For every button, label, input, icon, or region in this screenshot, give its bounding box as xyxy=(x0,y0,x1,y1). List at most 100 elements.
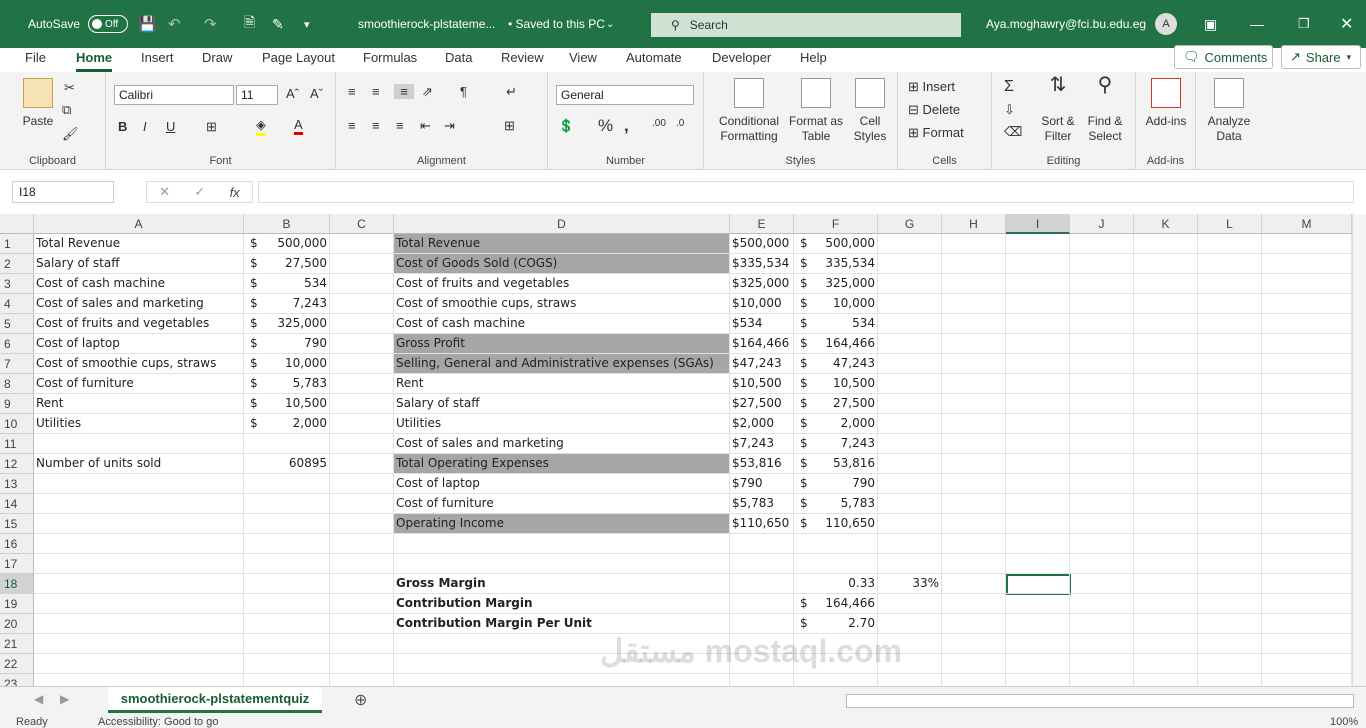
decrease-font-icon[interactable]: Aˇ xyxy=(310,86,323,101)
row-header-5[interactable]: 5 xyxy=(0,314,34,334)
cell-h8[interactable] xyxy=(942,374,1006,394)
cell-m8[interactable] xyxy=(1262,374,1352,394)
cell-e16[interactable] xyxy=(730,534,794,554)
cell-i6[interactable] xyxy=(1006,334,1070,354)
cell-c11[interactable] xyxy=(330,434,394,454)
cell-m20[interactable] xyxy=(1262,614,1352,634)
cell-f17[interactable] xyxy=(794,554,878,574)
cell-k3[interactable] xyxy=(1134,274,1198,294)
align-middle-icon[interactable]: ≡ xyxy=(372,84,380,99)
enter-icon[interactable]: ✓ xyxy=(194,184,205,200)
fill-color-icon[interactable]: ◈ xyxy=(256,117,266,136)
column-header-i[interactable]: I xyxy=(1006,214,1070,234)
cell-g20[interactable] xyxy=(878,614,942,634)
cell-m9[interactable] xyxy=(1262,394,1352,414)
cell-h21[interactable] xyxy=(942,634,1006,654)
restore-icon[interactable]: ❐ xyxy=(1298,0,1310,48)
tab-file[interactable]: File xyxy=(25,48,46,72)
column-header-d[interactable]: D xyxy=(394,214,730,234)
row-header-14[interactable]: 14 xyxy=(0,494,34,514)
cell-i1[interactable] xyxy=(1006,234,1070,254)
cell-a9[interactable]: Rent xyxy=(34,394,244,414)
cell-g17[interactable] xyxy=(878,554,942,574)
cell-h9[interactable] xyxy=(942,394,1006,414)
cell-c16[interactable] xyxy=(330,534,394,554)
cell-c17[interactable] xyxy=(330,554,394,574)
vertical-scrollbar[interactable] xyxy=(1352,214,1366,686)
cell-k5[interactable] xyxy=(1134,314,1198,334)
cell-j2[interactable] xyxy=(1070,254,1134,274)
cell-d18[interactable]: Gross Margin xyxy=(394,574,730,594)
cell-c3[interactable] xyxy=(330,274,394,294)
cell-m2[interactable] xyxy=(1262,254,1352,274)
undo-icon[interactable]: ↶ xyxy=(168,0,181,48)
row-header-12[interactable]: 12 xyxy=(0,454,34,474)
column-header-c[interactable]: C xyxy=(330,214,394,234)
row-header-20[interactable]: 20 xyxy=(0,614,34,634)
cell-l17[interactable] xyxy=(1198,554,1262,574)
cell-a6[interactable]: Cost of laptop xyxy=(34,334,244,354)
cell-c13[interactable] xyxy=(330,474,394,494)
cell-j16[interactable] xyxy=(1070,534,1134,554)
cell-e13[interactable]: $790 xyxy=(730,474,794,494)
cell-b18[interactable] xyxy=(244,574,330,594)
column-header-h[interactable]: H xyxy=(942,214,1006,234)
column-header-a[interactable]: A xyxy=(34,214,244,234)
cell-j4[interactable] xyxy=(1070,294,1134,314)
cell-i19[interactable] xyxy=(1006,594,1070,614)
cell-j17[interactable] xyxy=(1070,554,1134,574)
align-left-icon[interactable]: ≡ xyxy=(348,118,356,133)
cell-e2[interactable]: $335,534 xyxy=(730,254,794,274)
cell-k22[interactable] xyxy=(1134,654,1198,674)
row-header-3[interactable]: 3 xyxy=(0,274,34,294)
cell-f11[interactable]: 7,243 $ xyxy=(794,434,878,454)
cell-k19[interactable] xyxy=(1134,594,1198,614)
cell-g10[interactable] xyxy=(878,414,942,434)
cell-m6[interactable] xyxy=(1262,334,1352,354)
cell-a12[interactable]: Number of units sold xyxy=(34,454,244,474)
cell-d3[interactable]: Cost of fruits and vegetables xyxy=(394,274,730,294)
underline-icon[interactable]: U xyxy=(166,119,175,134)
cell-a15[interactable] xyxy=(34,514,244,534)
cell-j14[interactable] xyxy=(1070,494,1134,514)
cell-h22[interactable] xyxy=(942,654,1006,674)
cancel-icon[interactable]: ✕ xyxy=(159,184,170,200)
cell-f3[interactable]: 325,000 $ xyxy=(794,274,878,294)
tab-view[interactable]: View xyxy=(569,48,597,72)
cell-g9[interactable] xyxy=(878,394,942,414)
cell-a7[interactable]: Cost of smoothie cups, straws xyxy=(34,354,244,374)
cell-b10[interactable]: 2,000 $ xyxy=(244,414,330,434)
redo-icon[interactable]: ↷ xyxy=(204,0,217,48)
cell-j11[interactable] xyxy=(1070,434,1134,454)
column-header-l[interactable]: L xyxy=(1198,214,1262,234)
format-as-table-button[interactable]: Format as Table xyxy=(788,78,844,144)
font-color-icon[interactable]: A xyxy=(294,117,303,135)
cell-e3[interactable]: $325,000 xyxy=(730,274,794,294)
cell-m1[interactable] xyxy=(1262,234,1352,254)
column-header-j[interactable]: J xyxy=(1070,214,1134,234)
cell-k21[interactable] xyxy=(1134,634,1198,654)
format-cells-button[interactable]: ⊞ Format xyxy=(908,125,964,141)
column-header-g[interactable]: G xyxy=(878,214,942,234)
addins-button[interactable]: Add-ins xyxy=(1142,78,1190,129)
cell-a21[interactable] xyxy=(34,634,244,654)
cell-i21[interactable] xyxy=(1006,634,1070,654)
cell-b19[interactable] xyxy=(244,594,330,614)
cell-b12[interactable]: 60895 xyxy=(244,454,330,474)
cell-m11[interactable] xyxy=(1262,434,1352,454)
cell-a14[interactable] xyxy=(34,494,244,514)
customize-toolbar-icon[interactable]: ▾ xyxy=(304,0,310,48)
row-header-8[interactable]: 8 xyxy=(0,374,34,394)
cell-l1[interactable] xyxy=(1198,234,1262,254)
sort-filter-button[interactable]: ⇅ Sort & Filter xyxy=(1036,75,1080,144)
ribbon-display-icon[interactable]: ▣ xyxy=(1204,0,1217,48)
cell-d8[interactable]: Rent xyxy=(394,374,730,394)
cell-h4[interactable] xyxy=(942,294,1006,314)
number-format-dropdown[interactable]: General xyxy=(556,85,694,105)
cell-a22[interactable] xyxy=(34,654,244,674)
cell-e15[interactable]: $110,650 xyxy=(730,514,794,534)
conditional-formatting-button[interactable]: Conditional Formatting xyxy=(712,78,786,144)
zoom-level[interactable]: 100% xyxy=(1330,716,1358,728)
cell-i15[interactable] xyxy=(1006,514,1070,534)
cell-c10[interactable] xyxy=(330,414,394,434)
